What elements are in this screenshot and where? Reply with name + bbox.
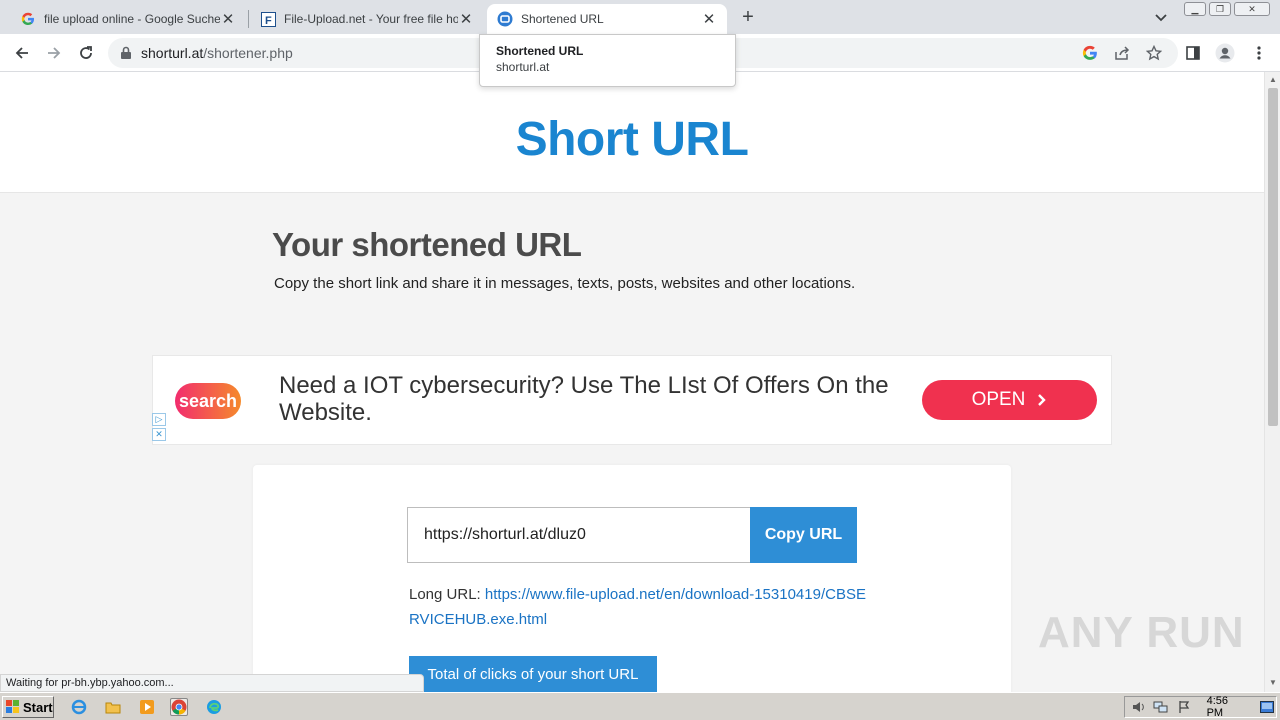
ad-text[interactable]: Need a IOT cybersecurity? Use The LIst O… (279, 372, 899, 426)
copy-url-button[interactable]: Copy URL (750, 507, 857, 563)
chrome-icon[interactable] (170, 698, 188, 716)
page-title: Your shortened URL (272, 226, 582, 263)
forward-arrow-icon[interactable] (42, 41, 66, 65)
google-translate-icon[interactable] (1082, 45, 1098, 61)
scroll-down-icon[interactable]: ▼ (1269, 678, 1277, 687)
page-subtitle: Copy the short link and share it in mess… (274, 275, 856, 292)
ad-open-label: OPEN (971, 389, 1026, 410)
restore-button[interactable]: ❐ (1209, 2, 1231, 16)
share-icon[interactable] (1114, 45, 1130, 61)
taskbar-clock[interactable]: 4:56 PM (1207, 695, 1247, 719)
address-path: /shortener.php (203, 45, 293, 61)
reload-icon[interactable] (74, 41, 98, 65)
network-icon[interactable] (1153, 699, 1171, 715)
ad-search-logo[interactable]: search (175, 383, 241, 419)
ad-banner[interactable]: search Need a IOT cybersecurity? Use The… (152, 355, 1112, 445)
adchoices-play-icon[interactable]: ▷ (152, 413, 166, 426)
new-tab-button[interactable]: + (737, 6, 759, 28)
chevron-right-icon (1038, 394, 1047, 406)
site-logo[interactable]: Short URL (0, 112, 1264, 167)
volume-icon[interactable] (1130, 699, 1148, 715)
scroll-up-icon[interactable]: ▲ (1269, 75, 1277, 84)
ad-open-button[interactable]: OPEN (922, 380, 1097, 420)
hover-card-title: Shortened URL (496, 44, 584, 58)
address-url[interactable]: shorturl.at/shortener.php (141, 45, 293, 61)
back-arrow-icon[interactable] (10, 41, 34, 65)
tab-google-search[interactable]: file upload online - Google Suche ✕ (10, 4, 246, 34)
long-url-line: Long URL: https://www.file-upload.net/en… (409, 582, 869, 632)
page-viewport: Short URL Your shortened URL Copy the sh… (0, 72, 1264, 692)
minimize-button[interactable]: ▁ (1184, 2, 1206, 16)
page-scrollbar[interactable]: ▲ ▼ (1264, 72, 1280, 692)
anyrun-watermark: ANY RUN (1038, 608, 1245, 657)
profile-avatar-icon[interactable] (1215, 43, 1235, 63)
lock-icon[interactable] (120, 46, 132, 60)
side-panel-icon[interactable] (1183, 43, 1203, 63)
start-label: Start (23, 699, 53, 715)
result-card: https://shorturl.at/dluz0 Copy URL Long … (253, 465, 1011, 692)
tab-divider (248, 10, 249, 28)
screen: file upload online - Google Suche ✕ F Fi… (0, 0, 1280, 720)
start-button[interactable]: Start (2, 696, 54, 718)
tab-title: Shortened URL (521, 12, 604, 26)
close-icon[interactable]: ✕ (220, 11, 236, 28)
close-icon[interactable]: ✕ (458, 11, 474, 28)
scrollbar-thumb[interactable] (1268, 88, 1278, 426)
long-url-label: Long URL: (409, 586, 481, 603)
hover-card-host: shorturl.at (496, 60, 550, 74)
short-url-field[interactable]: https://shorturl.at/dluz0 (407, 507, 751, 563)
total-clicks-button[interactable]: Total of clicks of your short URL (409, 656, 657, 692)
windows-logo-icon (6, 700, 19, 713)
google-g-icon (20, 11, 36, 27)
media-player-icon[interactable] (138, 698, 156, 716)
close-icon[interactable]: ✕ (701, 11, 717, 28)
site-header: Short URL (0, 72, 1264, 193)
ad-close-icon[interactable]: ✕ (152, 428, 166, 441)
svg-text:F: F (265, 15, 272, 27)
tab-hover-card: Shortened URL shorturl.at (479, 34, 736, 87)
edge-icon[interactable] (205, 698, 223, 716)
show-desktop-icon[interactable] (1258, 699, 1276, 715)
tab-search-chevron-icon[interactable] (1152, 8, 1170, 26)
file-upload-f-icon: F (260, 11, 276, 27)
address-host: shorturl.at (141, 45, 204, 61)
shorturl-icon (497, 11, 513, 27)
tab-strip: file upload online - Google Suche ✕ F Fi… (0, 0, 1280, 34)
action-center-flag-icon[interactable] (1175, 699, 1193, 715)
tab-title: File-Upload.net - Your free file hoste (284, 12, 458, 26)
bookmark-star-icon[interactable] (1145, 44, 1163, 61)
status-bubble: Waiting for pr-bh.ybp.yahoo.com... (0, 674, 424, 692)
tab-file-upload[interactable]: F File-Upload.net - Your free file hoste… (250, 4, 484, 34)
ad-choices[interactable]: ▷ ✕ (152, 413, 168, 443)
close-window-button[interactable]: ✕ (1234, 2, 1270, 16)
tab-shortened-url[interactable]: Shortened URL ✕ (487, 4, 727, 34)
internet-explorer-icon[interactable] (70, 698, 88, 716)
tab-title: file upload online - Google Suche (44, 12, 220, 26)
menu-kebab-icon[interactable] (1249, 43, 1269, 63)
system-tray: 4:56 PM (1124, 695, 1277, 719)
windows-taskbar: Start 4:56 PM (0, 692, 1280, 720)
explorer-folder-icon[interactable] (104, 698, 122, 716)
